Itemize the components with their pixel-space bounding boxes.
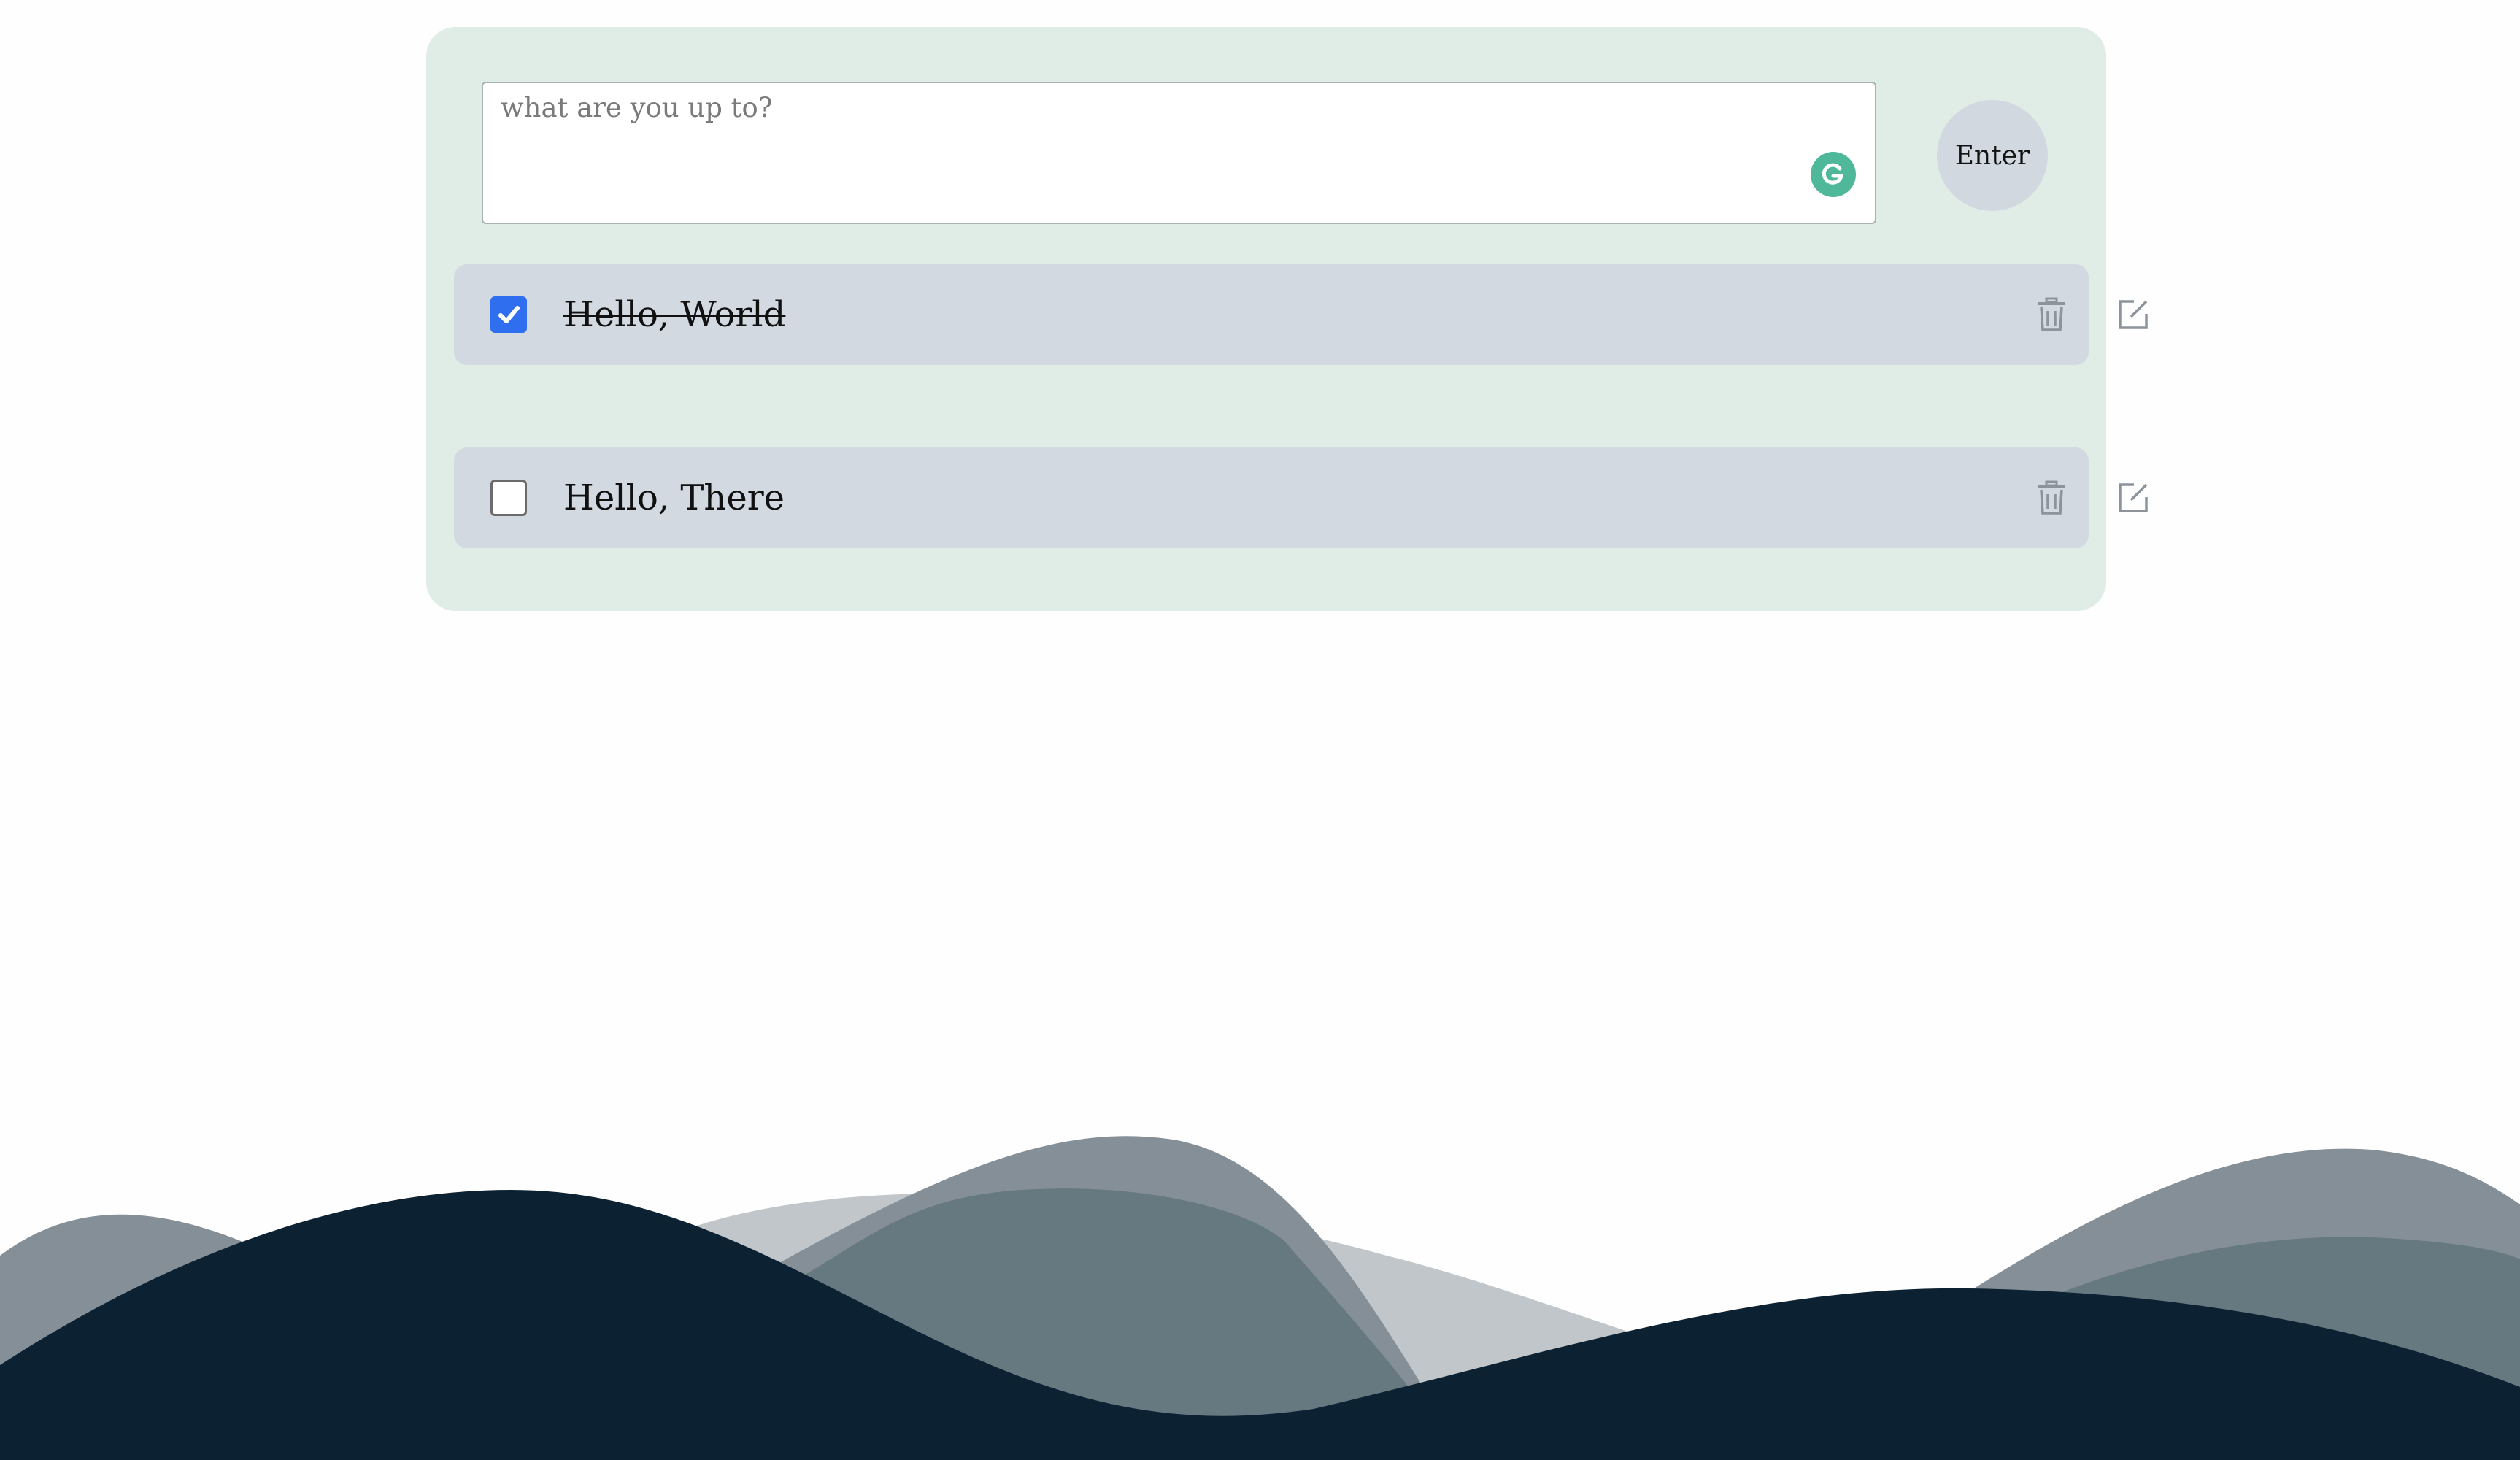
todo-card: Enter Hello, World — [426, 27, 2148, 611]
grammarly-g-icon[interactable] — [1811, 152, 1856, 197]
edit-square-pencil-icon[interactable] — [2114, 295, 2153, 334]
todo-item: Hello, World — [454, 264, 2148, 365]
enter-button[interactable]: Enter — [1937, 100, 2048, 211]
trash-icon[interactable] — [2032, 478, 2071, 518]
todo-list: Hello, World Hello, There — [454, 264, 2148, 631]
decorative-waves — [0, 1136, 2520, 1460]
todo-checkbox-checked[interactable] — [490, 296, 527, 333]
todo-text: Hello, There — [563, 477, 785, 518]
todo-text: Hello, World — [563, 294, 786, 335]
checkmark-icon — [498, 306, 520, 323]
page: Enter Hello, World — [0, 0, 2520, 1460]
todo-entry-input[interactable] — [482, 82, 1876, 224]
edit-square-pencil-icon[interactable] — [2114, 478, 2153, 518]
todo-checkbox-unchecked[interactable] — [490, 480, 527, 516]
todo-item: Hello, There — [454, 447, 2148, 548]
trash-icon[interactable] — [2032, 295, 2071, 334]
